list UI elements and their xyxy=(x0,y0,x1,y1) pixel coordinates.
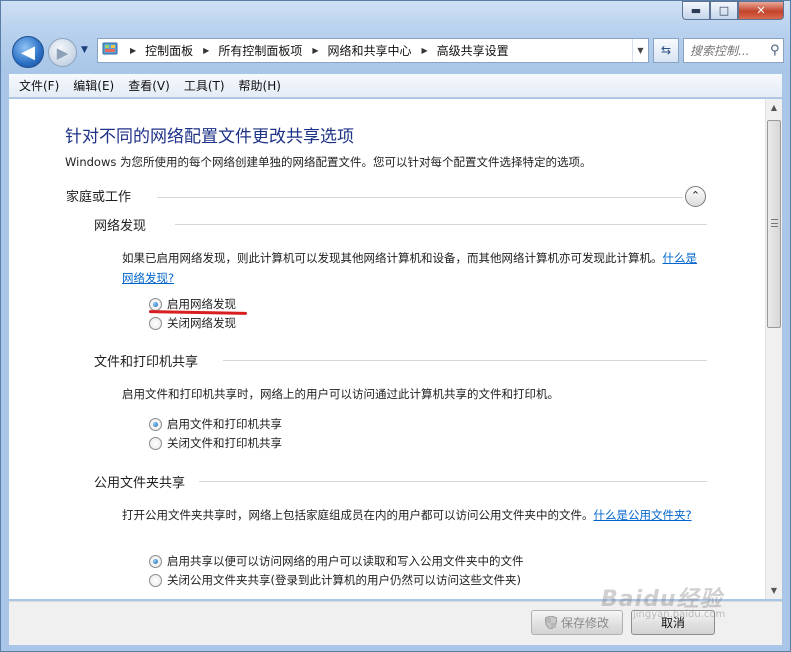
profile-heading[interactable]: 家庭或工作 xyxy=(66,186,131,205)
breadcrumb-item[interactable]: 高级共享设置 xyxy=(437,42,509,59)
page-title: 针对不同的网络配置文件更改共享选项 xyxy=(65,127,354,147)
public-folder-sharing-heading: 公用文件夹共享 xyxy=(94,476,186,491)
section-text: 打开公用文件夹共享时，网络上包括家庭组成员在内的用户都可以访问公用文件夹中的文件… xyxy=(122,508,594,522)
window: ▬ □ ✕ ◀ ▶ ▼ ▶ 控制面板 ▶ 所有控制面板项 ▶ 网络和共享中心 ▶… xyxy=(0,0,791,652)
radio-label: 启用网络发现 xyxy=(167,297,236,311)
radio-label: 启用共享以便可以访问网络的用户可以读取和写入公用文件夹中的文件 xyxy=(167,554,524,568)
radio-button[interactable] xyxy=(149,573,162,587)
radio-label: 启用文件和打印机共享 xyxy=(167,417,282,431)
breadcrumb-separator-icon[interactable]: ▶ xyxy=(130,46,136,55)
radio-disable-network-discovery[interactable]: 关闭网络发现 xyxy=(149,315,236,331)
control-panel-icon xyxy=(100,41,120,60)
radio-disable-file-printer-sharing[interactable]: 关闭文件和打印机共享 xyxy=(149,435,282,451)
radio-button[interactable] xyxy=(149,316,162,330)
network-discovery-description: 如果已启用网络发现，则此计算机可以发现其他网络计算机和设备，而其他网络计算机亦可… xyxy=(122,248,708,288)
save-changes-button[interactable]: 保存修改 xyxy=(531,610,623,635)
divider xyxy=(223,360,707,361)
breadcrumb-item[interactable]: 网络和共享中心 xyxy=(328,42,412,59)
radio-label: 关闭文件和打印机共享 xyxy=(167,436,282,450)
forward-button[interactable]: ▶ xyxy=(48,38,77,67)
maximize-button[interactable]: □ xyxy=(710,1,738,20)
recent-pages-icon[interactable]: ▼ xyxy=(81,45,88,55)
radio-button[interactable] xyxy=(149,436,162,450)
radio-button[interactable] xyxy=(149,297,162,311)
radio-enable-file-printer-sharing[interactable]: 启用文件和打印机共享 xyxy=(149,416,282,432)
search-box[interactable]: ⚲ xyxy=(683,38,784,63)
grip-icon xyxy=(771,219,778,227)
public-folder-help-link[interactable]: 什么是公用文件夹? xyxy=(594,508,692,522)
back-button[interactable]: ◀ xyxy=(12,36,44,68)
baidu-watermark-url: jingyan.baidu.com xyxy=(633,609,726,620)
menu-edit[interactable]: 编辑(E) xyxy=(67,77,120,94)
scrollbar-thumb[interactable] xyxy=(767,120,781,328)
scroll-down-icon[interactable]: ▼ xyxy=(766,582,782,599)
menu-tools[interactable]: 工具(T) xyxy=(178,77,231,94)
save-label: 保存修改 xyxy=(560,616,609,630)
content-pane: 针对不同的网络配置文件更改共享选项 Windows 为您所使用的每个网络创建单独… xyxy=(9,99,782,599)
breadcrumb-item[interactable]: 所有控制面板项 xyxy=(218,42,302,59)
radio-disable-public-folder-sharing[interactable]: 关闭公用文件夹共享(登录到此计算机的用户仍然可以访问这些文件夹) xyxy=(149,572,521,588)
file-printer-sharing-heading: 文件和打印机共享 xyxy=(94,355,199,370)
breadcrumb-separator-icon[interactable]: ▶ xyxy=(422,46,428,55)
radio-button[interactable] xyxy=(149,417,162,431)
breadcrumb-item[interactable]: 控制面板 xyxy=(145,42,193,59)
radio-button[interactable] xyxy=(149,554,162,568)
refresh-icon: ⇆ xyxy=(660,43,672,57)
menu-view[interactable]: 查看(V) xyxy=(122,77,176,94)
address-dropdown-icon[interactable]: ▼ xyxy=(632,39,648,62)
caption-buttons: ▬ □ ✕ xyxy=(682,1,784,20)
refresh-button[interactable]: ⇆ xyxy=(653,38,679,63)
breadcrumb-separator-icon[interactable]: ▶ xyxy=(312,46,318,55)
minimize-button[interactable]: ▬ xyxy=(682,1,710,20)
divider xyxy=(175,224,707,225)
uac-shield-icon xyxy=(544,616,557,629)
chevron-up-icon: ⌃ xyxy=(690,189,701,202)
menu-file[interactable]: 文件(F) xyxy=(13,77,65,94)
radio-enable-public-folder-sharing[interactable]: 启用共享以便可以访问网络的用户可以读取和写入公用文件夹中的文件 xyxy=(149,553,524,569)
vertical-scrollbar[interactable]: ▲ ▼ xyxy=(765,99,782,599)
menu-bar: 文件(F) 编辑(E) 查看(V) 工具(T) 帮助(H) xyxy=(9,74,782,98)
scroll-up-icon[interactable]: ▲ xyxy=(766,99,782,116)
divider xyxy=(199,481,707,482)
page-description: Windows 为您所使用的每个网络创建单独的网络配置文件。您可以针对每个配置文… xyxy=(65,155,592,169)
radio-label: 关闭网络发现 xyxy=(167,316,236,330)
navigation-bar: ◀ ▶ ▼ ▶ 控制面板 ▶ 所有控制面板项 ▶ 网络和共享中心 ▶ 高级共享设… xyxy=(9,35,784,68)
network-discovery-heading: 网络发现 xyxy=(94,219,147,234)
breadcrumb-separator-icon[interactable]: ▶ xyxy=(203,46,209,55)
radio-label: 关闭公用文件夹共享(登录到此计算机的用户仍然可以访问这些文件夹) xyxy=(167,573,521,587)
collapse-profile-button[interactable]: ⌃ xyxy=(685,186,706,207)
section-text: 如果已启用网络发现，则此计算机可以发现其他网络计算机和设备，而其他网络计算机亦可… xyxy=(122,251,663,265)
search-input[interactable] xyxy=(690,43,768,58)
menu-help[interactable]: 帮助(H) xyxy=(233,77,287,94)
file-printer-sharing-description: 启用文件和打印机共享时，网络上的用户可以访问通过此计算机共享的文件和打印机。 xyxy=(122,387,559,401)
divider xyxy=(157,197,683,198)
public-folder-sharing-description: 打开公用文件夹共享时，网络上包括家庭组成员在内的用户都可以访问公用文件夹中的文件… xyxy=(122,505,708,525)
search-icon[interactable]: ⚲ xyxy=(770,43,780,58)
address-bar[interactable]: ▶ 控制面板 ▶ 所有控制面板项 ▶ 网络和共享中心 ▶ 高级共享设置 ▼ xyxy=(97,38,649,63)
close-button[interactable]: ✕ xyxy=(738,1,784,20)
